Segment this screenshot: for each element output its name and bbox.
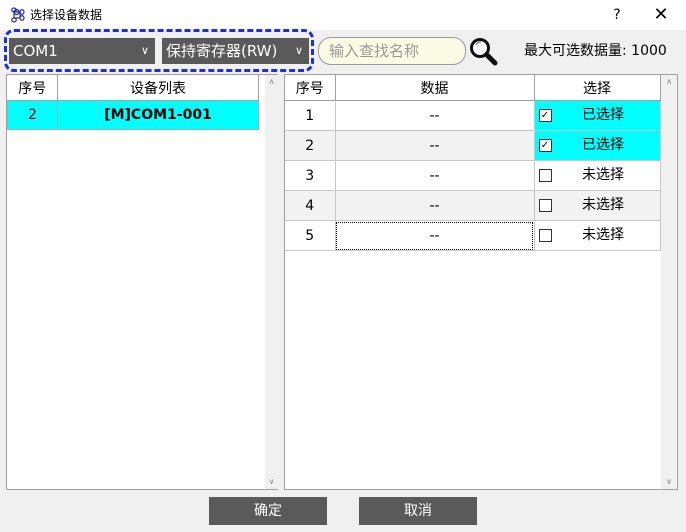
data-row-select[interactable]: ✓ 已选择 — [533, 130, 661, 161]
help-button[interactable]: ? — [606, 4, 628, 26]
device-table: 序号 设备列表 2 [M]COM1-001 — [7, 75, 259, 130]
data-row-select[interactable]: 未选择 — [533, 190, 661, 221]
data-table: 序号 数据 选择 1 -- ✓ 已选择 2 -- ✓ 已选择 3 -- 未选择 4 — [285, 75, 661, 251]
chevron-down-icon: ∨ — [140, 44, 149, 57]
register-type-select[interactable]: 保持寄存器(RW) ∨ — [162, 38, 309, 64]
max-selectable-label: 最大可选数据量: 1000 — [524, 42, 667, 60]
register-select-value: 保持寄存器(RW) — [166, 42, 278, 60]
column-header-index[interactable]: 序号 — [285, 75, 336, 101]
select-status: 未选择 — [582, 167, 624, 183]
device-list-panel: 序号 设备列表 2 [M]COM1-001 ∧ ∨ — [6, 74, 278, 490]
data-row[interactable]: 2 -- ✓ 已选择 — [285, 130, 661, 161]
data-row[interactable]: 1 -- ✓ 已选择 — [285, 100, 661, 131]
search-input[interactable] — [318, 37, 466, 65]
data-row-select[interactable]: 未选择 — [533, 220, 661, 251]
close-button[interactable]: ✕ — [650, 4, 672, 26]
select-status: 未选择 — [582, 227, 624, 243]
search-icon[interactable] — [468, 36, 498, 66]
device-row-index: 2 — [7, 100, 58, 130]
data-row-value: -- — [334, 220, 535, 251]
data-row[interactable]: 4 -- 未选择 — [285, 190, 661, 221]
data-row-value: -- — [334, 100, 535, 131]
device-row-name: [M]COM1-001 — [57, 100, 259, 130]
command-icon — [9, 7, 25, 23]
data-row-index: 4 — [285, 190, 336, 221]
select-status: 未选择 — [582, 197, 624, 213]
column-header-data[interactable]: 数据 — [334, 75, 535, 101]
select-status: 已选择 — [582, 107, 624, 123]
checkbox-unchecked-icon[interactable] — [538, 168, 552, 182]
data-row[interactable]: 3 -- 未选择 — [285, 160, 661, 191]
port-select-value: COM1 — [13, 42, 58, 60]
checkbox-checked-icon[interactable]: ✓ — [538, 138, 552, 152]
left-scrollbar[interactable]: ∧ ∨ — [265, 75, 278, 489]
scroll-up-icon[interactable]: ∧ — [265, 75, 278, 89]
data-row-index: 1 — [285, 100, 336, 131]
title-bar: 选择设备数据 ? ✕ — [0, 0, 686, 30]
column-header-device-list[interactable]: 设备列表 — [57, 75, 259, 101]
checkbox-unchecked-icon[interactable] — [538, 198, 552, 212]
max-label-text: 最大可选数据量: — [524, 43, 627, 59]
data-row-index: 3 — [285, 160, 336, 191]
cancel-button[interactable]: 取消 — [359, 497, 477, 525]
data-row-index: 2 — [285, 130, 336, 161]
scroll-up-icon[interactable]: ∧ — [661, 75, 677, 89]
data-row-index: 5 — [285, 220, 336, 251]
column-header-select[interactable]: 选择 — [533, 75, 661, 101]
select-status: 已选择 — [582, 137, 624, 153]
chevron-down-icon: ∨ — [294, 44, 303, 57]
data-row-value: -- — [334, 130, 535, 161]
data-row-value: -- — [334, 190, 535, 221]
window-title: 选择设备数据 — [30, 8, 103, 22]
data-row-value: -- — [334, 160, 535, 191]
data-list-panel: 序号 数据 选择 1 -- ✓ 已选择 2 -- ✓ 已选择 3 -- 未选择 4 — [284, 74, 678, 490]
right-scrollbar[interactable]: ∧ ∨ — [661, 75, 677, 489]
device-row[interactable]: 2 [M]COM1-001 — [7, 100, 259, 130]
max-label-value: 1000 — [631, 43, 667, 59]
checkbox-unchecked-icon[interactable] — [538, 228, 552, 242]
scroll-down-icon[interactable]: ∨ — [661, 475, 677, 489]
scroll-down-icon[interactable]: ∨ — [265, 475, 278, 489]
checkbox-checked-icon[interactable]: ✓ — [538, 108, 552, 122]
port-select[interactable]: COM1 ∨ — [9, 38, 155, 64]
ok-button[interactable]: 确定 — [209, 497, 327, 525]
data-row[interactable]: 5 -- 未选择 — [285, 220, 661, 251]
data-row-select[interactable]: ✓ 已选择 — [533, 100, 661, 131]
data-row-select[interactable]: 未选择 — [533, 160, 661, 191]
column-header-index[interactable]: 序号 — [7, 75, 58, 101]
